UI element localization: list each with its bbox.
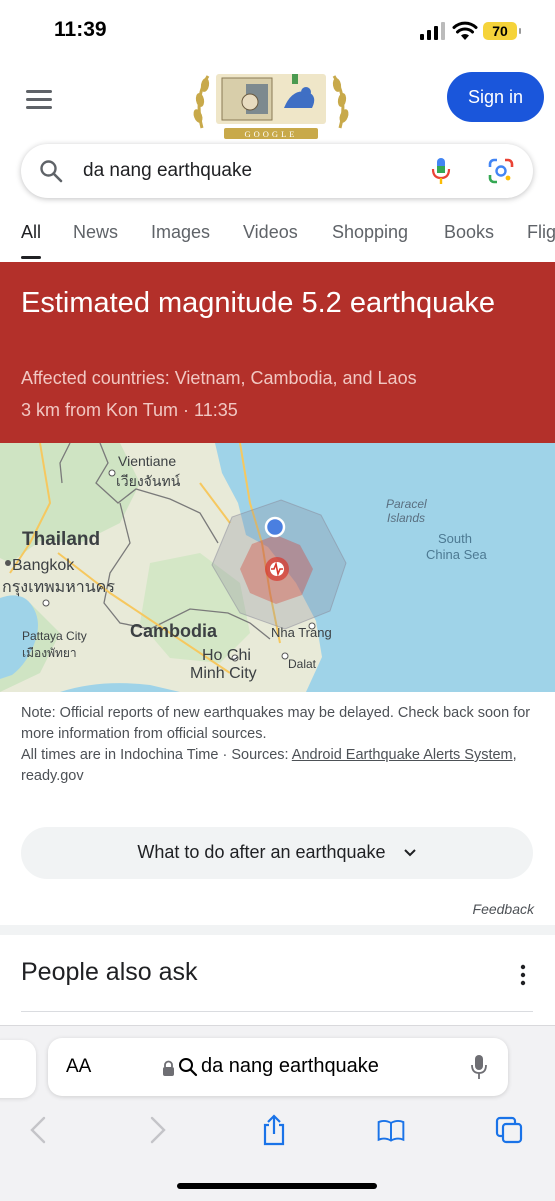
doodle-text: GOOGLE xyxy=(245,129,298,139)
wifi-icon xyxy=(452,21,478,40)
note-sources-prefix: All times are in Indochina Time · Source… xyxy=(21,747,292,763)
source-link-android-alerts[interactable]: Android Earthquake Alerts System xyxy=(292,747,513,763)
safari-toolbar: AA da nang earthquake xyxy=(0,1025,555,1201)
feedback-link[interactable]: Feedback xyxy=(473,901,534,917)
status-bar: 11:39 70 xyxy=(0,0,555,64)
map-label-paracel-1: Paracel xyxy=(386,497,427,511)
google-lens-icon[interactable] xyxy=(488,158,514,184)
status-time: 11:39 xyxy=(54,18,107,41)
note-line-1: Note: Official reports of new earthquake… xyxy=(21,705,531,742)
what-to-do-label: What to do after an earthquake xyxy=(21,842,533,863)
microphone-icon[interactable] xyxy=(429,157,453,185)
tab-videos[interactable]: Videos xyxy=(243,222,298,243)
tab-books[interactable]: Books xyxy=(444,222,494,243)
more-options-icon[interactable] xyxy=(520,964,526,986)
map-label-vientiane-th: เวียงจันทน์ xyxy=(116,473,181,489)
alert-affected-countries: Affected countries: Vietnam, Cambodia, a… xyxy=(21,368,417,388)
google-header: GOOGLE Sign in xyxy=(0,64,555,142)
search-icon xyxy=(179,1058,198,1077)
map-label-thailand: Thailand xyxy=(22,529,101,550)
earthquake-map[interactable]: Vientiane เวียงจันทน์ Thailand Bangkok ก… xyxy=(0,443,555,692)
share-icon[interactable] xyxy=(259,1114,289,1146)
source-note: Note: Official reports of new earthquake… xyxy=(21,703,536,787)
map-label-south-china-sea-2: China Sea xyxy=(426,547,487,562)
map-label-pattaya: Pattaya City xyxy=(22,629,87,643)
map-label-south-china-sea-1: South xyxy=(438,531,472,546)
earthquake-alert-banner: Estimated magnitude 5.2 earthquake Affec… xyxy=(0,262,555,443)
tab-shopping[interactable]: Shopping xyxy=(332,222,408,243)
map-label-cambodia: Cambodia xyxy=(130,621,218,641)
divider xyxy=(21,1011,533,1012)
sign-in-button[interactable]: Sign in xyxy=(447,72,544,122)
map-label-pattaya-th: เมืองพัทยา xyxy=(22,646,77,660)
people-also-ask-heading: People also ask xyxy=(21,958,198,986)
search-input[interactable]: da nang earthquake xyxy=(83,160,252,182)
address-bar[interactable]: AA da nang earthquake xyxy=(48,1038,508,1096)
map-label-hochiminh-1: Ho Chi xyxy=(202,647,251,664)
cellular-signal-icon xyxy=(420,22,445,40)
search-icon xyxy=(40,160,63,183)
dictation-mic-icon[interactable] xyxy=(470,1054,488,1080)
tab-flights[interactable]: Flig xyxy=(527,222,555,243)
forward-icon[interactable] xyxy=(142,1114,172,1146)
alert-title: Estimated magnitude 5.2 earthquake xyxy=(21,287,495,319)
map-graphic xyxy=(0,443,347,692)
lock-icon xyxy=(163,1060,174,1076)
address-bar-text[interactable]: da nang earthquake xyxy=(201,1055,379,1078)
tab-news[interactable]: News xyxy=(73,222,118,243)
bookmarks-icon[interactable] xyxy=(376,1114,406,1146)
alert-location-time: 3 km from Kon Tum · 11:35 xyxy=(21,400,238,420)
search-tabs: All News Images Videos Shopping Books Fl… xyxy=(0,212,555,262)
reader-text-size-button[interactable]: AA xyxy=(66,1056,91,1078)
what-to-do-button[interactable]: What to do after an earthquake xyxy=(21,827,533,879)
tab-all[interactable]: All xyxy=(21,222,42,259)
map-label-hochiminh-2: Minh City xyxy=(190,665,257,682)
previous-tab-preview[interactable] xyxy=(0,1040,36,1098)
map-label-bangkok-th: กรุงเทพมหานคร xyxy=(2,579,115,596)
tab-images[interactable]: Images xyxy=(151,222,210,243)
tabs-icon[interactable] xyxy=(494,1114,524,1146)
section-divider xyxy=(0,925,555,935)
chevron-down-icon xyxy=(403,849,416,857)
back-icon[interactable] xyxy=(24,1114,54,1146)
map-label-paracel-2: Islands xyxy=(387,511,426,525)
note-line-2: All times are in Indochina Time · Source… xyxy=(21,745,536,787)
google-doodle[interactable]: GOOGLE xyxy=(188,68,354,140)
map-label-bangkok: Bangkok xyxy=(12,557,75,574)
menu-icon[interactable] xyxy=(26,90,52,110)
search-box[interactable]: da nang earthquake xyxy=(21,144,533,198)
home-indicator[interactable] xyxy=(177,1183,377,1189)
map-label-nha-trang: Nha Trang xyxy=(271,625,332,640)
battery-indicator: 70 xyxy=(483,22,521,40)
map-label-vientiane: Vientiane xyxy=(118,453,177,469)
map-label-dalat: Dalat xyxy=(288,657,317,671)
